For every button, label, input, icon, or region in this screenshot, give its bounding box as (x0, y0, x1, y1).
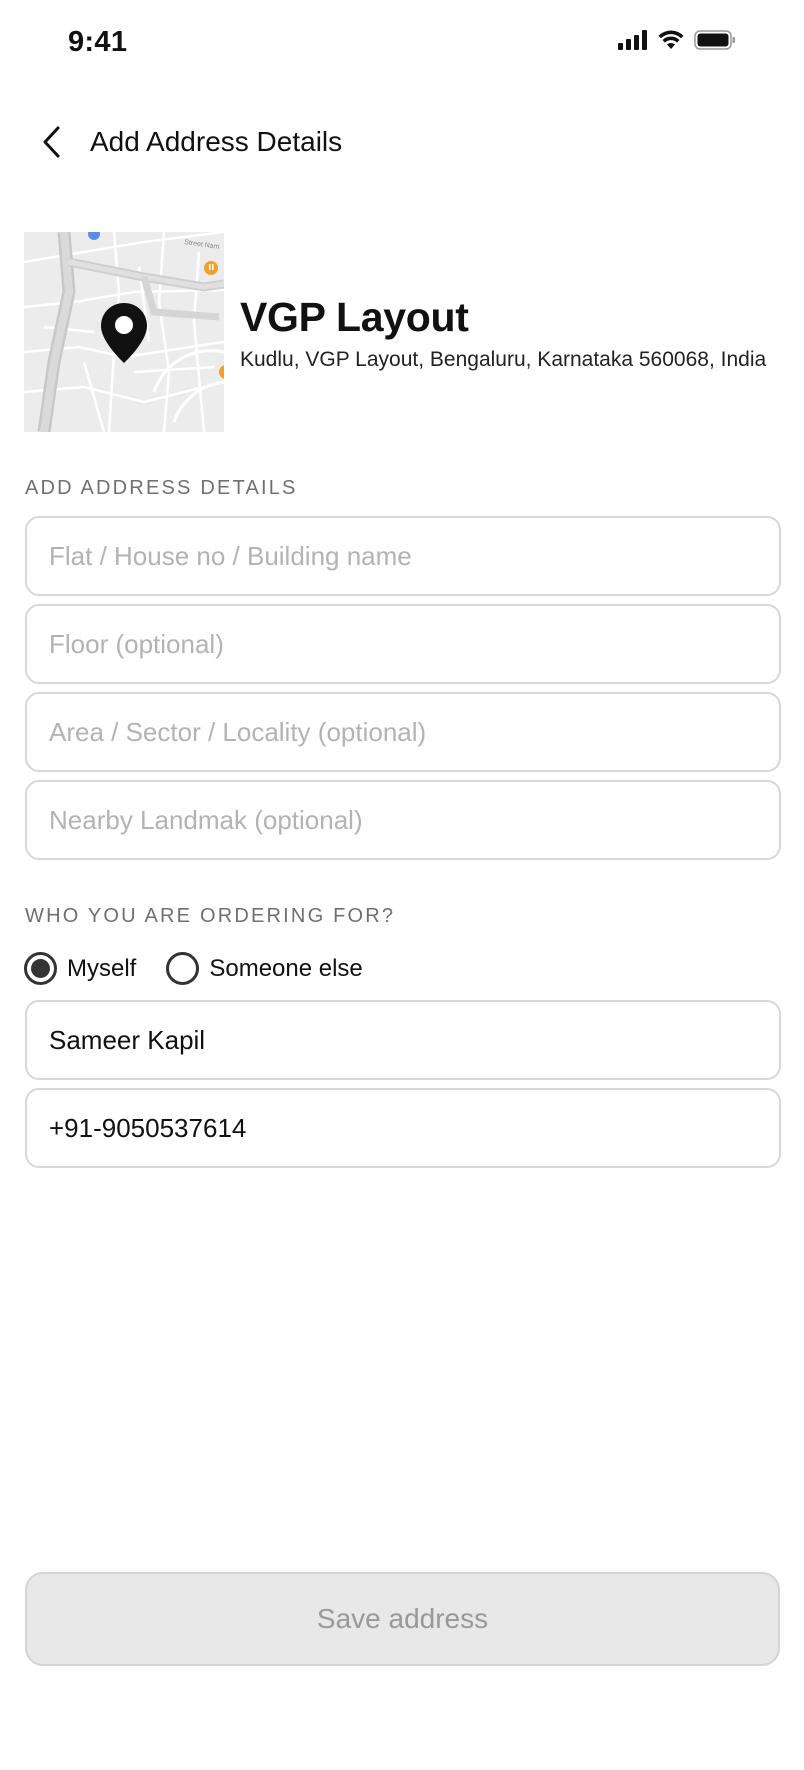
locality-field[interactable] (25, 692, 781, 772)
location-pin-icon (100, 302, 148, 369)
landmark-field[interactable] (25, 780, 781, 860)
landmark-input[interactable] (27, 782, 779, 858)
building-field[interactable] (25, 516, 781, 596)
status-bar: 9:41 (0, 0, 804, 88)
address-section-label: ADD ADDRESS DETAILS (25, 477, 298, 499)
building-input[interactable] (27, 518, 779, 594)
status-time: 9:41 (68, 26, 128, 58)
radio-selected-icon (24, 952, 57, 985)
header: Add Address Details (0, 118, 804, 170)
back-chevron-icon (41, 125, 63, 164)
location-name: VGP Layout (240, 294, 469, 340)
save-address-button[interactable]: Save address (25, 1572, 780, 1666)
phone-input[interactable] (27, 1090, 779, 1166)
radio-myself-label: Myself (67, 954, 137, 982)
radio-someone-else-label: Someone else (209, 954, 363, 982)
map-thumbnail: Street Nam (24, 232, 224, 432)
floor-field[interactable] (25, 604, 781, 684)
back-button[interactable] (34, 122, 70, 166)
phone-field[interactable] (25, 1088, 781, 1168)
signal-icon (618, 30, 648, 55)
name-input[interactable] (27, 1002, 779, 1078)
name-field[interactable] (25, 1000, 781, 1080)
ordering-for-radio-group: Myself Someone else (24, 952, 393, 985)
locality-input[interactable] (27, 694, 779, 770)
status-icons (618, 30, 736, 55)
radio-myself[interactable]: Myself (24, 952, 136, 985)
floor-input[interactable] (27, 606, 779, 682)
battery-icon (694, 30, 736, 55)
page-title: Add Address Details (90, 126, 343, 157)
wifi-icon (658, 30, 684, 55)
radio-someone-else[interactable]: Someone else (166, 952, 363, 985)
location-address: Kudlu, VGP Layout, Bengaluru, Karnataka … (240, 348, 767, 371)
ordering-section-label: WHO YOU ARE ORDERING FOR? (25, 905, 396, 927)
radio-unselected-icon (166, 952, 200, 985)
